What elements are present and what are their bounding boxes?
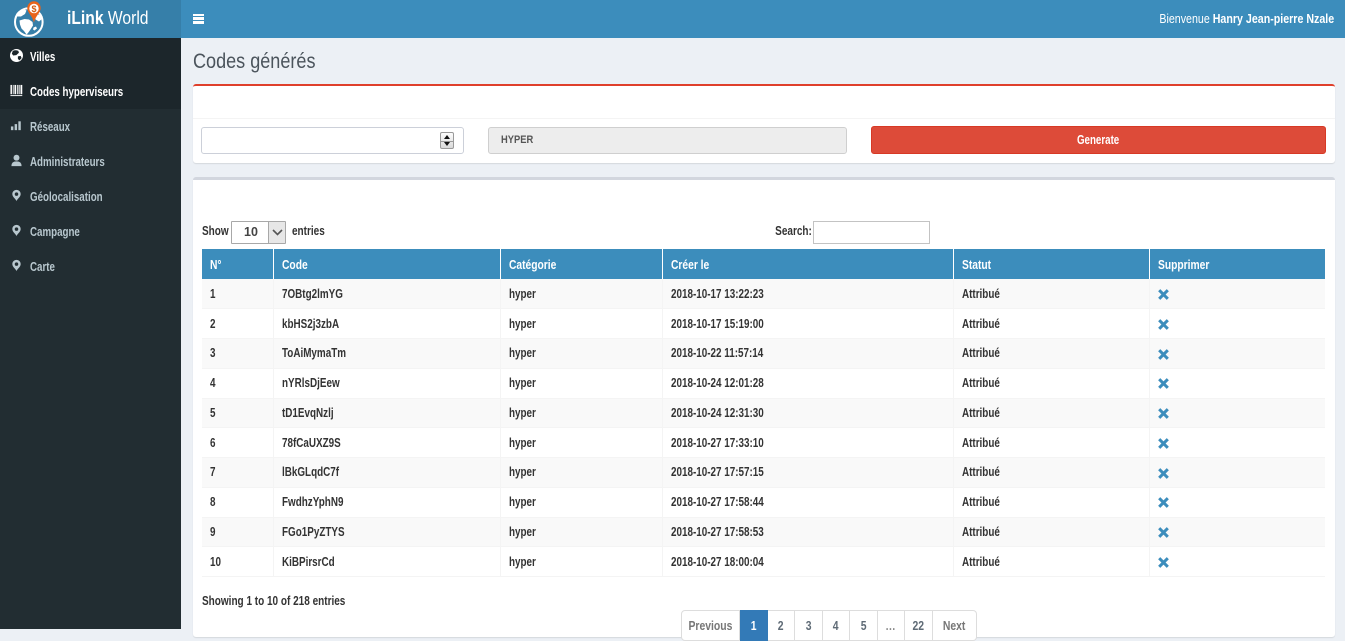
svg-text:$: $ <box>31 4 36 14</box>
